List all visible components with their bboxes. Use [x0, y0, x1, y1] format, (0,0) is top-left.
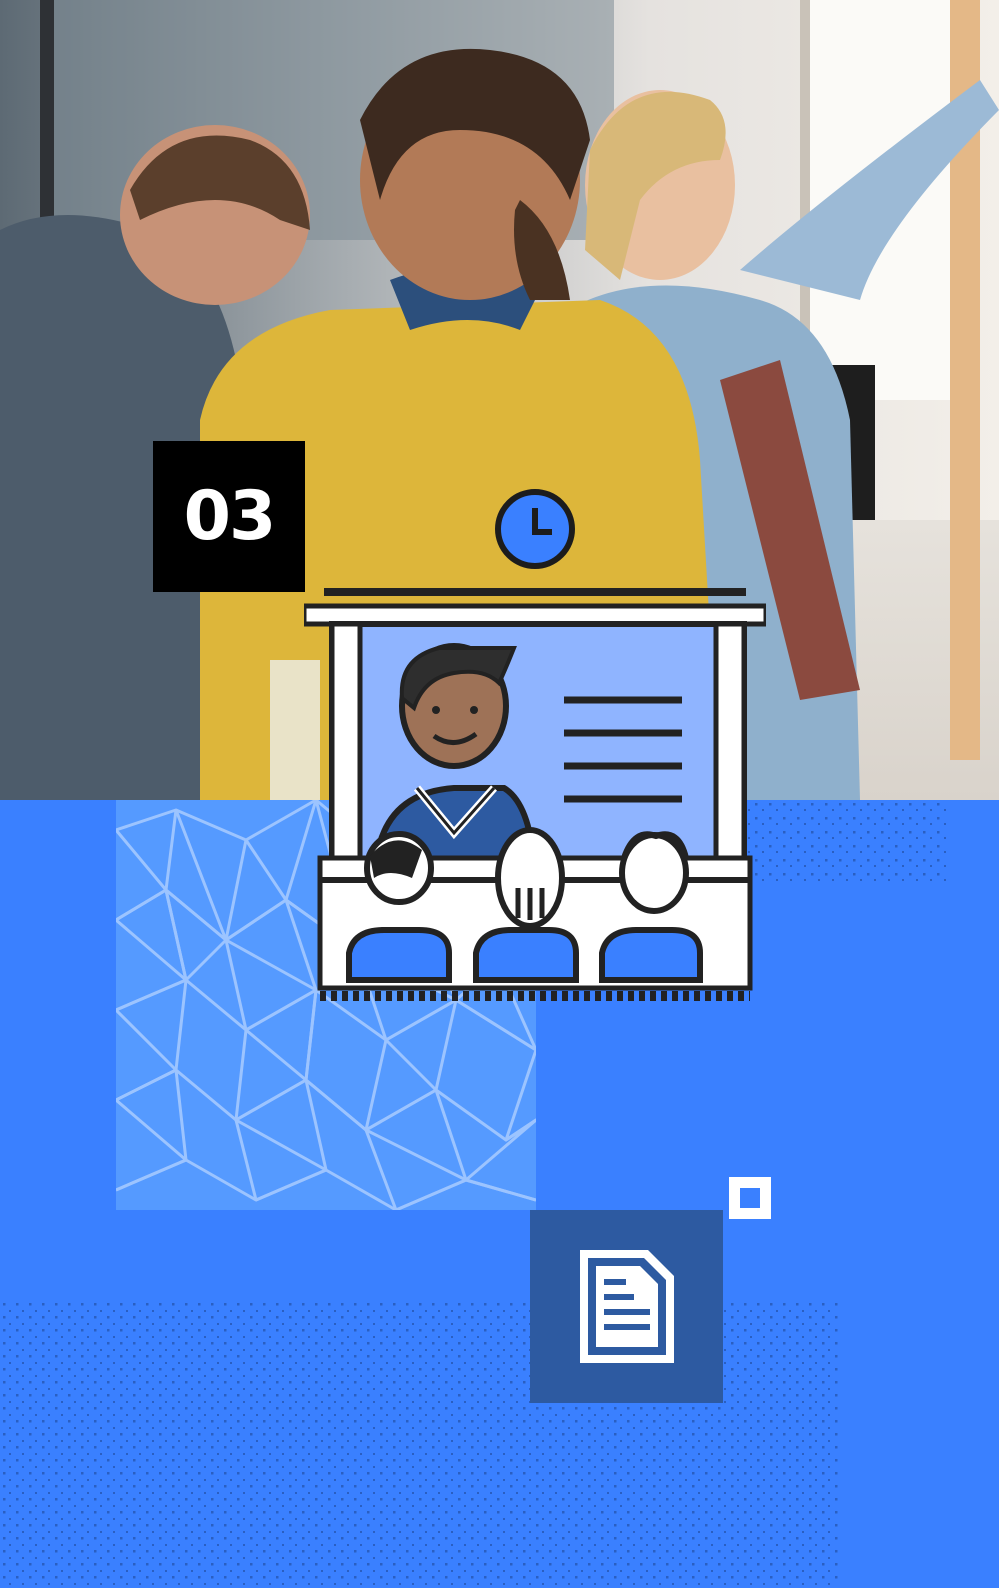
clock-icon	[495, 489, 575, 569]
document-icon	[580, 1250, 674, 1363]
presentation-screen-icon	[304, 588, 766, 1001]
step-number-badge: 03	[153, 441, 305, 592]
dot-pattern-right	[738, 800, 948, 885]
square-outline-icon	[729, 1177, 771, 1219]
document-tile	[530, 1210, 723, 1403]
